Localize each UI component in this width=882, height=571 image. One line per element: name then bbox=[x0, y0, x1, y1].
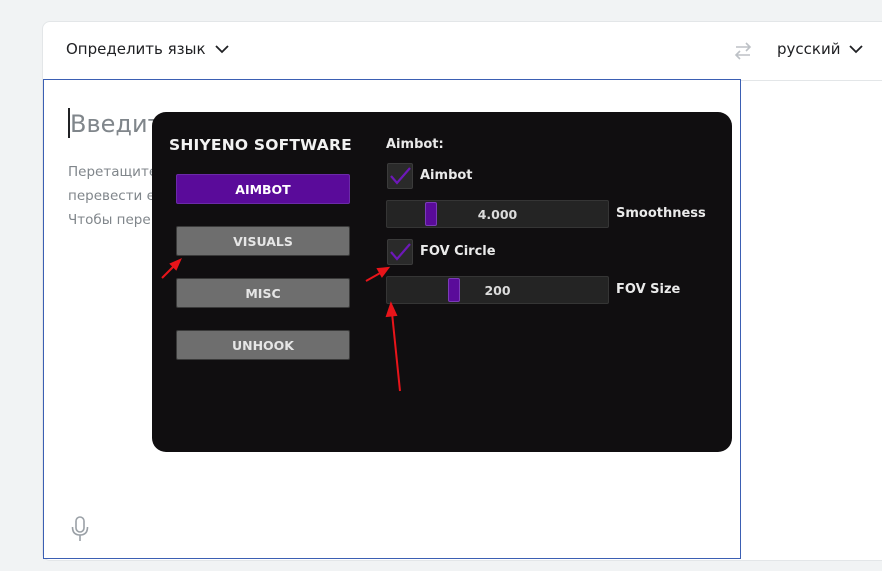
swap-languages-icon[interactable] bbox=[731, 39, 755, 63]
source-language-selector[interactable]: Определить язык bbox=[66, 40, 230, 58]
smoothness-slider[interactable]: 4.000 bbox=[386, 200, 609, 228]
fov-size-label: FOV Size bbox=[616, 282, 681, 297]
aimbot-checkbox-label: Aimbot bbox=[420, 168, 473, 183]
chevron-down-icon bbox=[849, 45, 864, 54]
source-language-label: Определить язык bbox=[66, 40, 206, 58]
fov-size-slider[interactable]: 200 bbox=[386, 276, 609, 304]
checkmark-icon bbox=[390, 243, 411, 261]
slider-value: 200 bbox=[484, 283, 511, 298]
menu-button-aimbot[interactable]: AIMBOT bbox=[176, 174, 350, 204]
target-language-label: русский bbox=[777, 40, 841, 58]
target-language-selector[interactable]: русский bbox=[777, 40, 864, 58]
language-bar: Определить язык русский bbox=[43, 22, 882, 81]
section-title: Aimbot: bbox=[386, 137, 444, 152]
aimbot-checkbox[interactable] bbox=[387, 163, 413, 189]
slider-value: 4.000 bbox=[477, 207, 518, 222]
menu-button-unhook[interactable]: UNHOOK bbox=[176, 330, 350, 360]
checkmark-icon bbox=[390, 167, 411, 185]
menu-button-misc[interactable]: MISC bbox=[176, 278, 350, 308]
fov-circle-checkbox[interactable] bbox=[387, 239, 413, 265]
cheat-menu-window: SHIYENO SOFTWARE AIMBOT VISUALS MISC UNH… bbox=[152, 112, 732, 452]
chevron-down-icon bbox=[214, 45, 229, 54]
microphone-icon[interactable] bbox=[70, 516, 90, 542]
fov-circle-checkbox-label: FOV Circle bbox=[420, 244, 496, 259]
smoothness-label: Smoothness bbox=[616, 206, 706, 221]
menu-button-visuals[interactable]: VISUALS bbox=[176, 226, 350, 256]
brand-title: SHIYENO SOFTWARE bbox=[169, 136, 352, 154]
